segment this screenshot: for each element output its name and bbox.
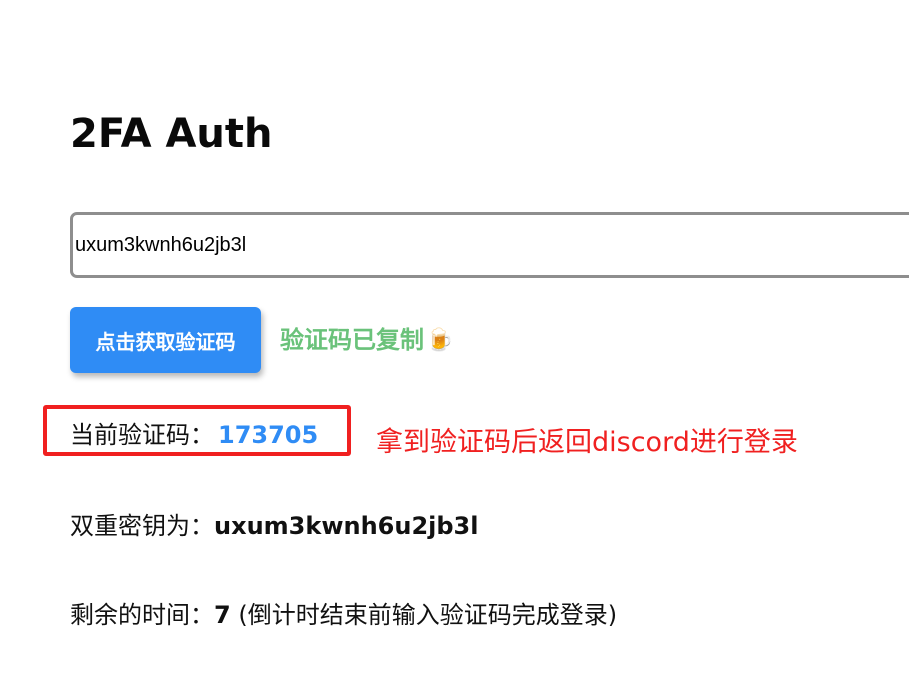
secret-key-label: 双重密钥为： (70, 512, 214, 540)
secret-key-input[interactable] (70, 212, 909, 278)
get-code-button[interactable]: 点击获取验证码 (70, 307, 261, 373)
beer-mug-icon: 🍺 (426, 328, 454, 353)
remaining-time-row: 剩余的时间：7 (倒计时结束前输入验证码完成登录) (70, 598, 617, 632)
copied-status: 验证码已复制🍺 (280, 324, 453, 357)
remaining-time-value: 7 (214, 601, 231, 629)
page-title: 2FA Auth (70, 111, 273, 157)
remaining-time-note: (倒计时结束前输入验证码完成登录) (238, 601, 618, 629)
remaining-time-label: 剩余的时间： (70, 601, 214, 629)
copied-status-text: 验证码已复制 (280, 326, 424, 354)
secret-key-value: uxum3kwnh6u2jb3l (214, 512, 479, 540)
current-code-label: 当前验证码： (70, 421, 214, 449)
current-code-row: 当前验证码： 173705 (70, 418, 318, 452)
secret-key-row: 双重密钥为：uxum3kwnh6u2jb3l (70, 509, 478, 543)
annotation-text: 拿到验证码后返回discord进行登录 (376, 427, 798, 458)
current-code-value: 173705 (218, 421, 319, 449)
